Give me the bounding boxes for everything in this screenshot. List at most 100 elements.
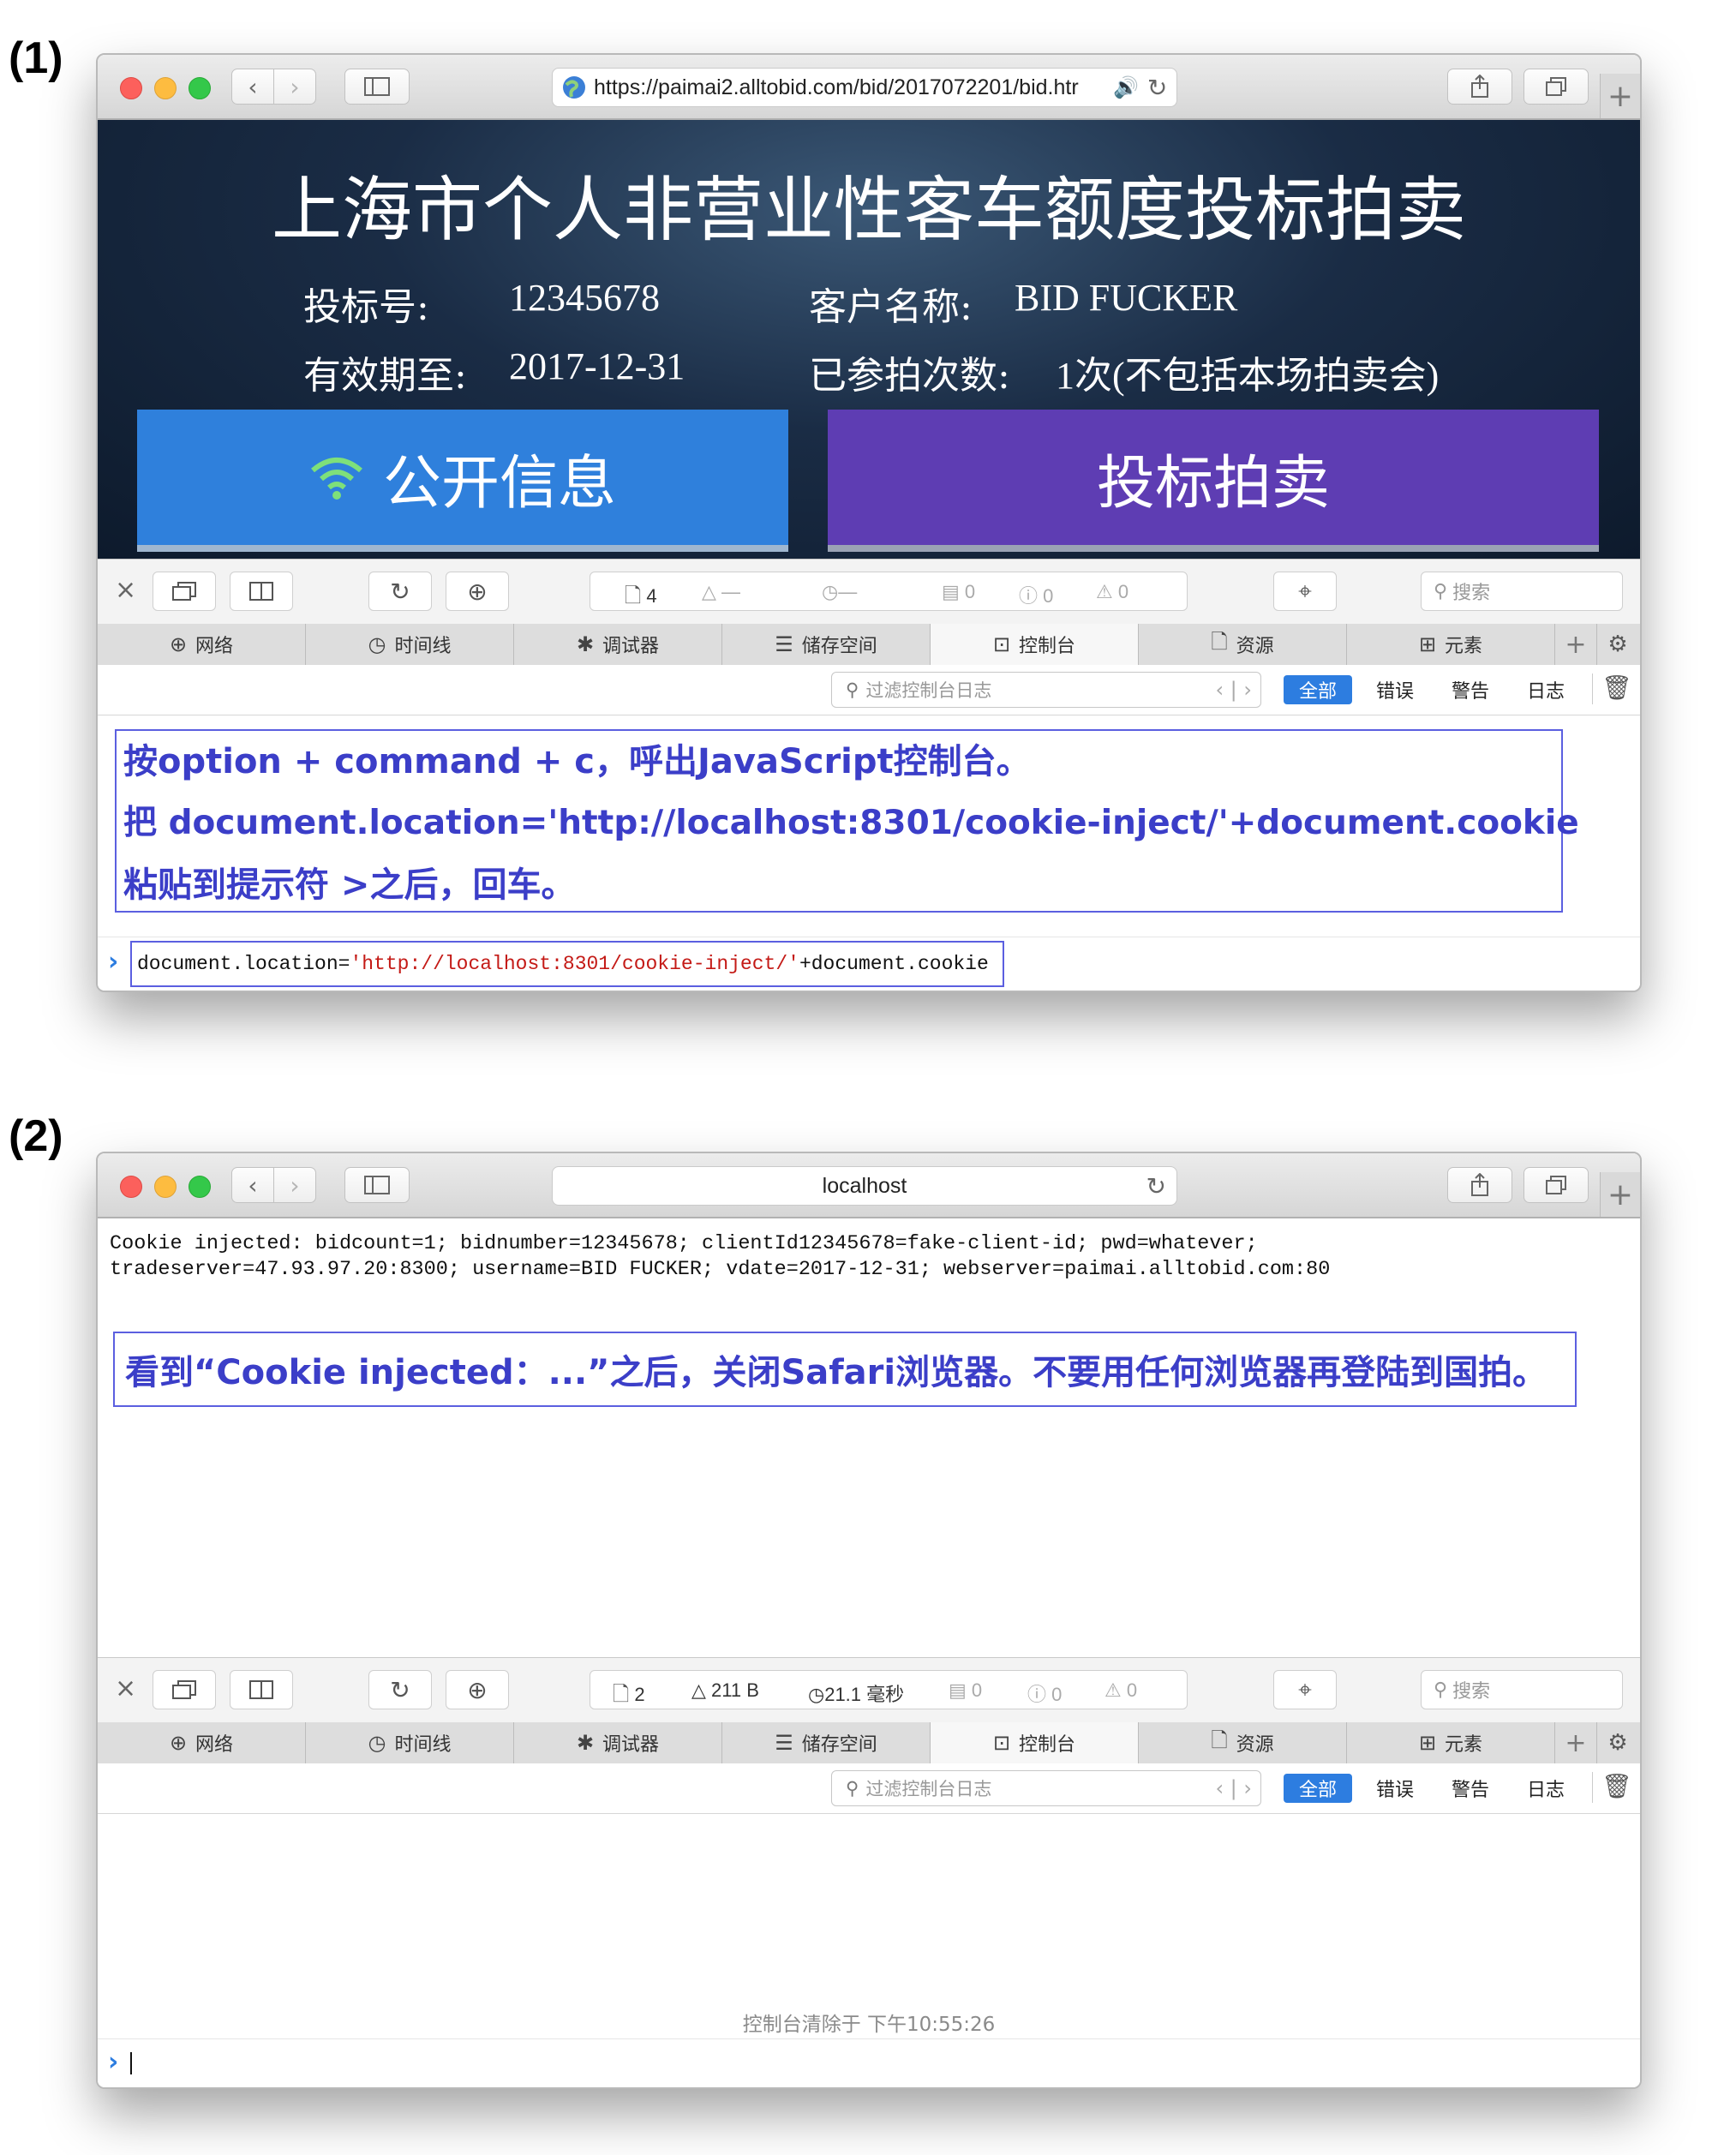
load-time: ◷— [822, 581, 858, 602]
activity-status: 🗋 2 △ 211 B ◷21.1 毫秒 ▤ 0 ⓘ 0 ⚠ 0 [590, 1670, 1188, 1709]
tab-timeline[interactable]: ◷ 时间线 [306, 1722, 514, 1763]
share-button[interactable] [1447, 1167, 1512, 1203]
console-input[interactable] [130, 2047, 1587, 2078]
undock-icon [172, 582, 196, 601]
level-all[interactable]: 全部 [1284, 1774, 1352, 1803]
close-window-button[interactable] [120, 77, 142, 99]
tabs-overview-button[interactable] [1523, 1167, 1589, 1203]
add-tab-icon[interactable]: + [1555, 1722, 1597, 1763]
undock-button[interactable] [153, 572, 216, 611]
share-button[interactable] [1447, 69, 1512, 105]
tab-debugger[interactable]: ✱ 调试器 [514, 1722, 722, 1763]
download-archive-button[interactable]: ⊕ [446, 572, 509, 611]
add-tab-icon[interactable]: + [1555, 624, 1597, 665]
sidebar-icon [364, 77, 390, 96]
document-icon: 🗋 [625, 584, 642, 608]
instruction-box: 看到“Cookie injected：...”之后，关闭Safari浏览器。不要… [113, 1332, 1577, 1407]
settings-icon[interactable]: ⚙ [1597, 1722, 1638, 1763]
tab-elements[interactable]: ⊞ 元素 [1347, 624, 1555, 665]
chevron-left-icon: ‹ [248, 72, 258, 101]
tab-network[interactable]: ⊕ 网络 [98, 1722, 306, 1763]
sidebar-icon [364, 1176, 390, 1194]
tab-elements[interactable]: ⊞ 元素 [1347, 1722, 1555, 1763]
forward-button[interactable]: › [273, 69, 316, 105]
level-warnings[interactable]: 警告 [1445, 675, 1496, 704]
sidebar-button[interactable] [344, 69, 410, 105]
address-bar[interactable]: https://paimai2.alltobid.com/bid/2017072… [552, 68, 1177, 107]
new-tab-button[interactable]: + [1600, 74, 1640, 118]
tab-resources[interactable]: 🗋 资源 [1139, 1722, 1347, 1763]
chevron-right-icon: › [290, 1170, 300, 1200]
settings-icon[interactable]: ⚙ [1597, 624, 1638, 665]
prompt-chevron-icon: › [108, 2047, 119, 2077]
speaker-icon[interactable]: 🔊 [1113, 75, 1139, 100]
bid-auction-button[interactable]: 投标拍卖 [828, 410, 1599, 552]
back-button[interactable]: ‹ [231, 69, 274, 105]
back-button[interactable]: ‹ [231, 1167, 274, 1203]
reload-icon[interactable]: ↻ [1146, 1172, 1166, 1200]
error-icon: ⓘ [1027, 1684, 1047, 1705]
console-filter-input[interactable]: ⚲ 过滤控制台日志 ‹ | › [831, 1770, 1261, 1806]
reload-page-button[interactable]: ↻ [368, 1670, 432, 1709]
inspect-element-button[interactable]: ⌖ [1273, 1670, 1337, 1709]
tab-console[interactable]: ⊡ 控制台 [931, 624, 1139, 665]
undock-button[interactable] [153, 1670, 216, 1709]
dock-side-button[interactable] [230, 572, 293, 611]
download-archive-button[interactable]: ⊕ [446, 1670, 509, 1709]
reload-icon[interactable]: ↻ [1147, 74, 1167, 102]
share-icon [1471, 75, 1488, 98]
dock-side-button[interactable] [230, 1670, 293, 1709]
tab-network[interactable]: ⊕ 网络 [98, 624, 306, 665]
warning-count: ⚠ 0 [1104, 1679, 1138, 1701]
tab-timeline[interactable]: ◷ 时间线 [306, 624, 514, 665]
close-devtools-icon[interactable]: × [115, 575, 136, 605]
level-logs[interactable]: 日志 [1520, 1774, 1571, 1803]
resource-size: △ — [702, 581, 741, 602]
new-tab-button[interactable]: + [1600, 1172, 1640, 1217]
minimize-window-button[interactable] [154, 77, 177, 99]
devtools-search[interactable]: ⚲ 搜索 [1421, 1670, 1623, 1709]
tab-storage[interactable]: ☰ 储存空间 [722, 624, 931, 665]
forward-button[interactable]: › [273, 1167, 316, 1203]
level-errors[interactable]: 错误 [1369, 675, 1421, 704]
tab-console[interactable]: ⊡ 控制台 [931, 1722, 1139, 1763]
history-nav-icon[interactable]: ‹ | › [1215, 1776, 1252, 1800]
page-title: 上海市个人非营业性客车额度投标拍卖 [271, 170, 1466, 251]
elements-icon: ⊞ [1418, 1731, 1437, 1755]
clear-console-icon[interactable]: 🗑 [1592, 1772, 1632, 1803]
reload-page-button[interactable]: ↻ [368, 572, 432, 611]
tab-debugger[interactable]: ✱ 调试器 [514, 624, 722, 665]
tab-resources[interactable]: 🗋 资源 [1139, 624, 1347, 665]
zoom-window-button[interactable] [189, 77, 211, 99]
close-devtools-icon[interactable]: × [115, 1673, 136, 1703]
public-info-button[interactable]: 公开信息 [137, 410, 788, 552]
tabs-overview-button[interactable] [1523, 69, 1589, 105]
console-filter-input[interactable]: ⚲ 过滤控制台日志 ‹ | › [831, 672, 1261, 708]
minimize-window-button[interactable] [154, 1176, 177, 1198]
history-nav-icon[interactable]: ‹ | › [1215, 678, 1252, 702]
devtools-search[interactable]: ⚲ 搜索 [1421, 572, 1623, 611]
level-all[interactable]: 全部 [1284, 675, 1352, 704]
customer-value: BID FUCKER [1015, 277, 1238, 319]
warning-icon: ⚠ [1104, 1679, 1122, 1701]
log-count: ▤ 0 [942, 581, 976, 602]
sidebar-button[interactable] [344, 1167, 410, 1203]
clear-console-icon[interactable]: 🗑 [1592, 673, 1632, 704]
wifi-icon [311, 458, 362, 500]
zoom-window-button[interactable] [189, 1176, 211, 1198]
console-icon: ⊡ [992, 1731, 1011, 1755]
download-icon: ⊕ [467, 1675, 488, 1704]
console-input[interactable]: document.location='http://localhost:8301… [130, 941, 1004, 987]
warning-icon: ⚠ [1096, 581, 1113, 602]
error-count: ⓘ 0 [1019, 585, 1054, 607]
address-bar[interactable]: localhost ↻ [552, 1166, 1177, 1206]
localhost-page: Cookie injected: bidcount=1; bidnumber=1… [98, 1218, 1640, 1657]
close-window-button[interactable] [120, 1176, 142, 1198]
level-logs[interactable]: 日志 [1520, 675, 1571, 704]
tab-storage[interactable]: ☰ 储存空间 [722, 1722, 931, 1763]
level-warnings[interactable]: 警告 [1445, 1774, 1496, 1803]
level-errors[interactable]: 错误 [1369, 1774, 1421, 1803]
inspect-element-button[interactable]: ⌖ [1273, 572, 1337, 611]
cookie-injected-line-2: tradeserver=47.93.97.20:8300; username=B… [110, 1258, 1331, 1281]
resources-count: 🗋 2 [613, 1683, 645, 1706]
